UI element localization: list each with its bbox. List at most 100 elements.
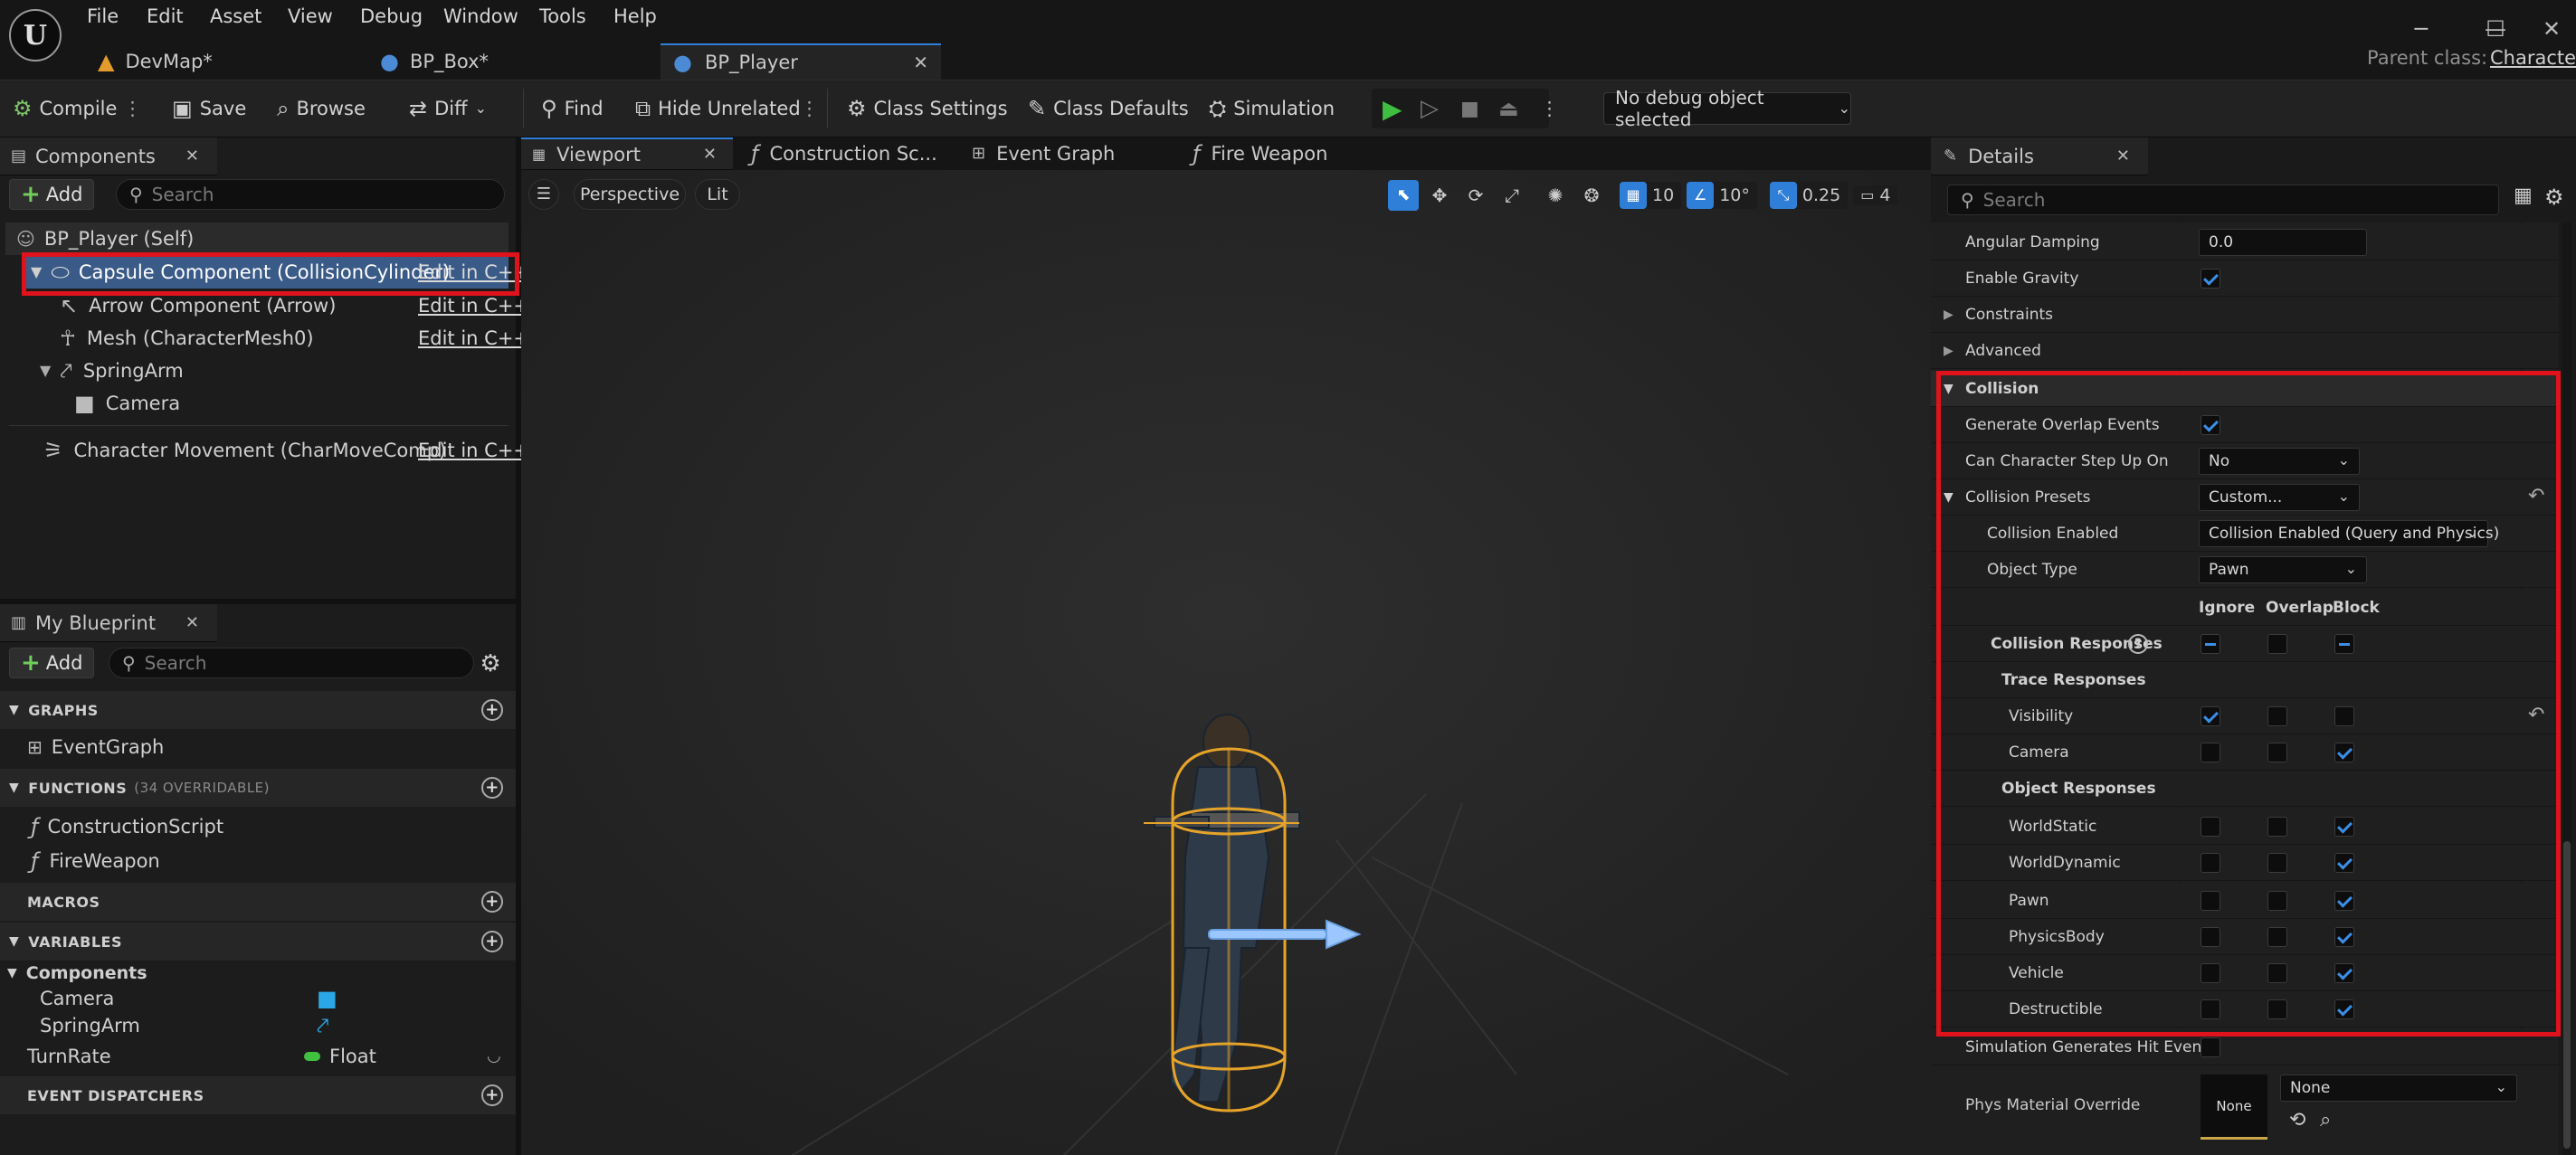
tab-devmap[interactable]: ▲ DevMap*	[90, 43, 353, 80]
select-mode-icon[interactable]: ⬉	[1388, 180, 1419, 211]
block-checkbox[interactable]	[2334, 817, 2354, 837]
add-dispatcher-icon[interactable]: +	[481, 1084, 503, 1106]
overlap-checkbox[interactable]	[2267, 817, 2287, 837]
compile-button[interactable]: ⚙ Compile	[13, 90, 117, 127]
grid-snap-button[interactable]: ▦ 10	[1620, 182, 1682, 209]
camera-overlap-checkbox[interactable]	[2267, 743, 2287, 762]
tab-viewport[interactable]: ▦ Viewport ✕	[521, 137, 733, 170]
class-settings-button[interactable]: ⚙ Class Settings	[847, 90, 1008, 127]
scrollbar-thumb[interactable]	[2563, 841, 2571, 1149]
chevron-down-icon[interactable]: ▼	[1944, 490, 1953, 505]
parent-class-link[interactable]: Character	[2490, 47, 2576, 69]
ignore-checkbox[interactable]	[2201, 963, 2220, 983]
hide-unrelated-options-icon[interactable]: ⋮	[800, 90, 819, 127]
perspective-button[interactable]: Perspective	[574, 179, 686, 210]
property-matrix-icon[interactable]: ▦	[2514, 186, 2533, 206]
object-type-select[interactable]: Pawn ⌄	[2199, 556, 2367, 583]
close-window-button[interactable]: ✕	[2533, 11, 2570, 47]
visibility-ignore-checkbox[interactable]	[2201, 706, 2220, 726]
ignore-checkbox[interactable]	[2201, 999, 2220, 1019]
block-checkbox[interactable]	[2334, 891, 2354, 911]
material-thumbnail[interactable]: None	[2201, 1075, 2267, 1140]
simulation-button[interactable]: ⛭ Simulation	[1209, 90, 1335, 127]
component-mesh[interactable]: ☥ Mesh (CharacterMesh0) Edit in C++	[60, 322, 529, 355]
gear-icon[interactable]: ⚙	[478, 651, 503, 677]
section-event-dispatchers[interactable]: EVENT DISPATCHERS +	[0, 1076, 516, 1114]
save-button[interactable]: ▣ Save	[172, 90, 246, 127]
close-icon[interactable]: ✕	[185, 147, 199, 165]
overlap-checkbox[interactable]	[2267, 999, 2287, 1019]
add-macro-icon[interactable]: +	[481, 891, 503, 913]
reset-to-default-icon[interactable]: ↶	[2528, 485, 2544, 507]
tab-fire-weapon[interactable]: ƒ Fire Weapon	[1182, 137, 1399, 170]
close-icon[interactable]: ✕	[2116, 147, 2130, 165]
enable-gravity-checkbox[interactable]	[2201, 269, 2220, 289]
list-item-constructionscript[interactable]: ƒ ConstructionScript	[31, 810, 483, 843]
stop-icon[interactable]: ■	[1460, 90, 1479, 127]
add-graph-icon[interactable]: +	[481, 699, 503, 721]
surface-snap-icon[interactable]: ✺	[1540, 180, 1571, 211]
section-variables[interactable]: ▼ VARIABLES +	[0, 923, 516, 961]
edit-in-cpp-link[interactable]: Edit in C++	[418, 261, 529, 283]
block-checkbox[interactable]	[2334, 963, 2354, 983]
minimize-button[interactable]: ─	[2403, 11, 2439, 47]
my-blueprint-search-input[interactable]: ⚲ Search	[109, 648, 474, 678]
ignore-checkbox[interactable]	[2201, 817, 2220, 837]
play-options-icon[interactable]: ⋮	[1540, 90, 1559, 127]
generate-overlap-checkbox[interactable]	[2201, 415, 2220, 435]
add-component-button[interactable]: + Add	[9, 179, 95, 210]
angle-snap-button[interactable]: ∠ 10°	[1687, 182, 1757, 209]
ignore-checkbox[interactable]	[2201, 853, 2220, 873]
list-item-eventgraph[interactable]: ⊞ EventGraph	[27, 731, 480, 763]
tab-bp-player[interactable]: ● BP_Player ✕	[661, 43, 941, 80]
scale-icon[interactable]: ⤢	[1497, 180, 1527, 211]
tab-bp-box[interactable]: ● BP_Box*	[373, 43, 644, 80]
close-icon[interactable]: ✕	[185, 614, 199, 631]
add-function-icon[interactable]: +	[481, 777, 503, 799]
compile-options-icon[interactable]: ⋮	[123, 90, 142, 127]
block-checkbox[interactable]	[2334, 853, 2354, 873]
variable-springarm[interactable]: SpringArm ⤤	[40, 1009, 492, 1042]
camera-speed-button[interactable]: ▭ 4	[1853, 185, 1898, 205]
menu-window[interactable]: Window	[443, 5, 518, 27]
row-advanced[interactable]: ▶ Advanced	[1931, 333, 2559, 369]
hamburger-menu-icon[interactable]: ☰	[528, 179, 559, 210]
all-overlap-checkbox[interactable]	[2267, 634, 2287, 654]
eye-icon[interactable]: ◡	[487, 1048, 501, 1065]
hide-unrelated-button[interactable]: ⧉ Hide Unrelated	[635, 90, 801, 127]
menu-file[interactable]: File	[87, 5, 119, 27]
details-tab[interactable]: ✎ Details ✕	[1931, 137, 2148, 175]
component-root[interactable]: ☺ BP_Player (Self)	[5, 222, 509, 255]
diff-button[interactable]: ⇄ Diff ⌄	[409, 90, 487, 127]
unreal-logo-icon[interactable]: U	[9, 9, 62, 62]
camera-ignore-checkbox[interactable]	[2201, 743, 2220, 762]
add-variable-icon[interactable]: +	[481, 931, 503, 952]
browse-button[interactable]: ⌕ Browse	[277, 90, 366, 127]
overlap-checkbox[interactable]	[2267, 891, 2287, 911]
menu-view[interactable]: View	[288, 5, 333, 27]
block-checkbox[interactable]	[2334, 999, 2354, 1019]
components-search-input[interactable]: ⚲ Search	[116, 179, 505, 210]
play-icon[interactable]: ▶	[1383, 90, 1402, 127]
rotate-icon[interactable]: ⟳	[1460, 180, 1491, 211]
section-macros[interactable]: MACROS +	[0, 883, 516, 921]
step-up-select[interactable]: No ⌄	[2199, 448, 2360, 475]
tab-construction-script[interactable]: ƒ Construction Sc...	[740, 137, 957, 170]
row-constraints[interactable]: ▶ Constraints	[1931, 297, 2559, 333]
component-character-movement[interactable]: ⚞ Character Movement (CharMoveComp) Edit…	[43, 434, 529, 467]
section-graphs[interactable]: ▼ GRAPHS +	[0, 691, 516, 729]
camera-block-checkbox[interactable]	[2334, 743, 2354, 762]
menu-tools[interactable]: Tools	[539, 5, 586, 27]
overlap-checkbox[interactable]	[2267, 853, 2287, 873]
add-member-button[interactable]: + Add	[9, 648, 95, 678]
gear-icon[interactable]: ⚙	[2544, 186, 2564, 208]
all-ignore-checkbox[interactable]	[2201, 634, 2220, 654]
ignore-checkbox[interactable]	[2201, 927, 2220, 947]
lit-button[interactable]: Lit	[695, 179, 740, 210]
my-blueprint-tab[interactable]: ▥ My Blueprint ✕	[0, 604, 217, 642]
menu-help[interactable]: Help	[613, 5, 657, 27]
component-capsule[interactable]: ▼ ⬭ Capsule Component (CollisionCylinder…	[25, 256, 529, 289]
close-icon[interactable]: ✕	[913, 53, 928, 71]
debug-object-select[interactable]: No debug object selected ⌄	[1603, 87, 1851, 130]
use-selected-icon[interactable]: ⟲	[2289, 1109, 2305, 1131]
